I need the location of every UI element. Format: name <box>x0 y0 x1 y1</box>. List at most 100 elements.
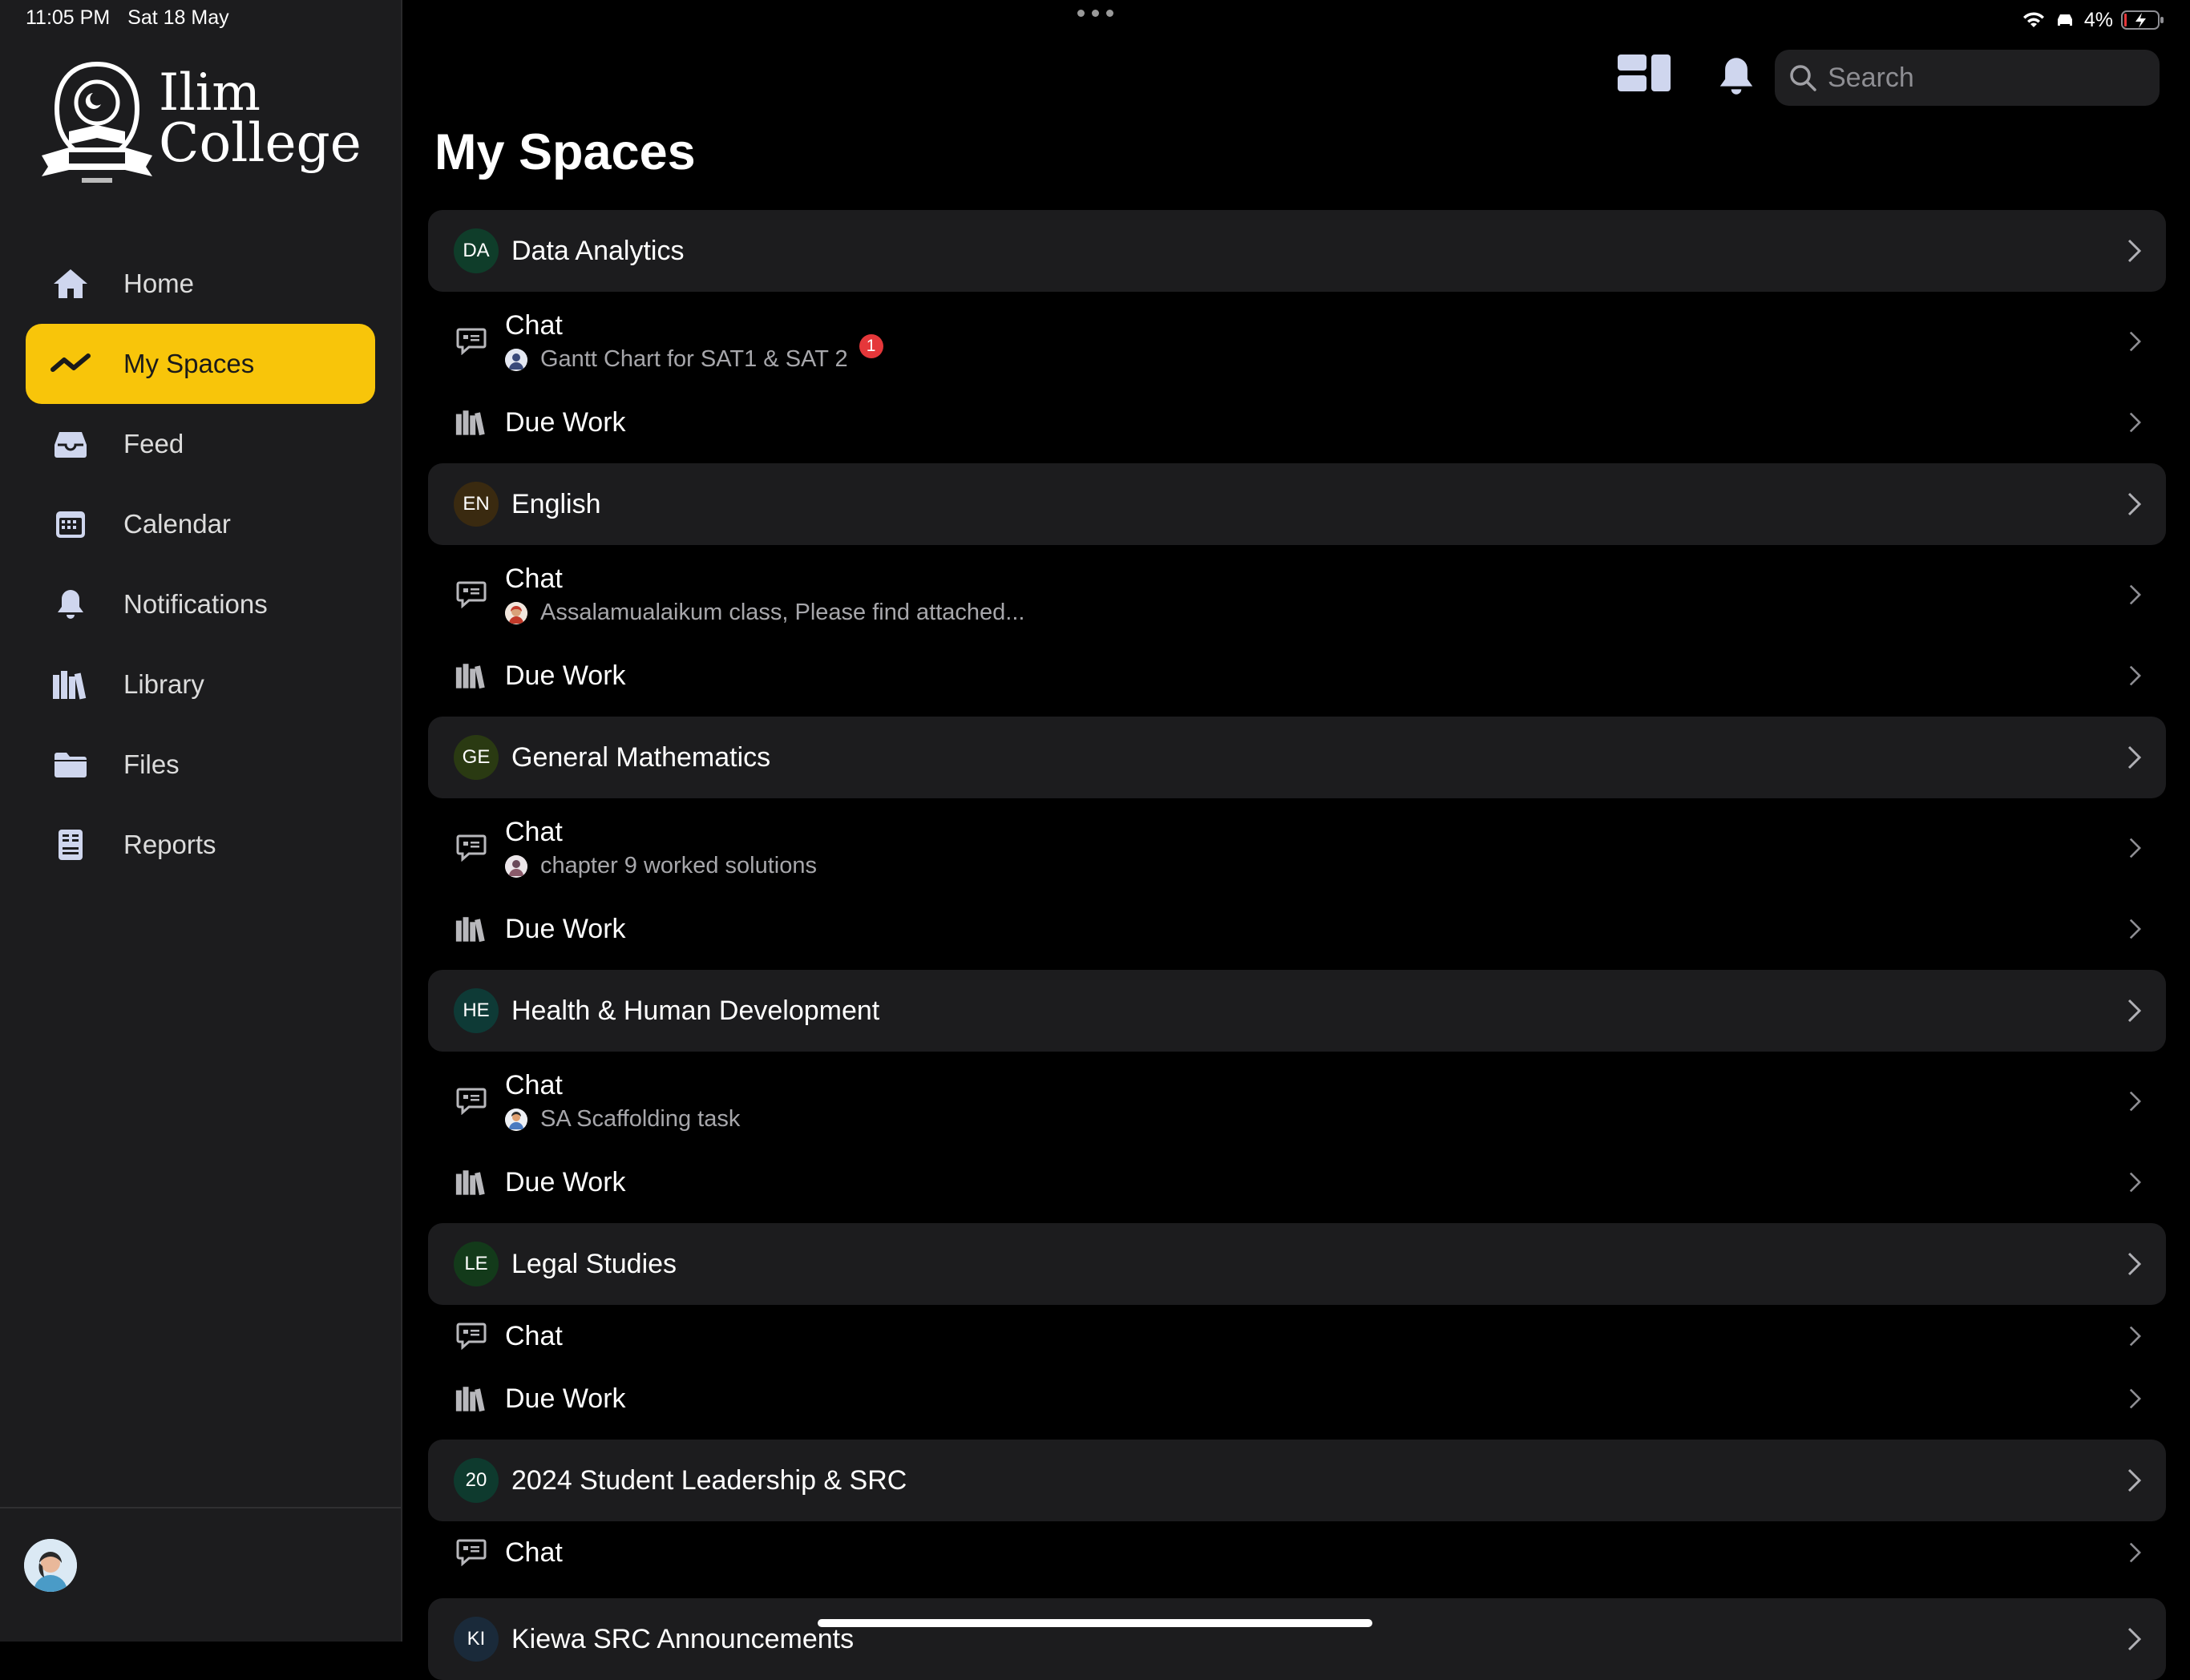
college-logo[interactable]: Ilim College <box>37 61 362 189</box>
space-name: Health & Human Development <box>511 995 880 1026</box>
chat-bubble-icon <box>456 834 487 862</box>
user-avatar[interactable] <box>24 1539 77 1592</box>
sidebar-item-notifications[interactable]: Notifications <box>26 564 375 644</box>
chevron-right-icon <box>2129 1542 2141 1563</box>
space-due-work-row[interactable]: Due Work <box>428 644 2166 707</box>
space-badge: LE <box>454 1242 499 1286</box>
row-title: Chat <box>505 1320 563 1351</box>
sender-avatar <box>505 1108 527 1131</box>
space-chat-row[interactable]: Chat SA Scaffolding task <box>428 1052 2166 1151</box>
college-name-line2: College <box>159 112 362 174</box>
space-chat-row[interactable]: Chat <box>428 1305 2166 1367</box>
sidebar-item-feed[interactable]: Feed <box>26 404 375 484</box>
sidebar-item-label: Files <box>123 749 180 779</box>
chevron-right-icon <box>2129 1326 2141 1347</box>
sidebar-nav: Home My Spaces Feed Calendar Notificatio… <box>26 244 375 885</box>
sidebar-item-home[interactable]: Home <box>26 244 375 324</box>
row-title: Due Work <box>505 913 626 944</box>
multitasking-handle[interactable] <box>1077 10 1113 17</box>
folder-icon <box>55 753 87 777</box>
space-header-health-human-development[interactable]: HE Health & Human Development <box>428 970 2166 1052</box>
space-header-english[interactable]: EN English <box>428 463 2166 545</box>
space-name: General Mathematics <box>511 741 771 773</box>
space-chat-row[interactable]: Chat chapter 9 worked solutions <box>428 798 2166 898</box>
status-time: 11:05 PM <box>26 6 111 29</box>
space-chat-row[interactable]: Chat Assalamualaikum class, Please find … <box>428 545 2166 644</box>
space-name: Legal Studies <box>511 1248 677 1279</box>
notifications-button[interactable] <box>1717 55 1756 102</box>
sidebar-item-my-spaces[interactable]: My Spaces <box>26 324 375 404</box>
home-icon <box>54 269 87 298</box>
chevron-right-icon <box>2127 999 2142 1023</box>
space-badge: EN <box>454 482 499 527</box>
row-title: Due Work <box>505 660 626 691</box>
sidebar-item-files[interactable]: Files <box>26 725 375 805</box>
chevron-right-icon <box>2129 838 2141 858</box>
space-due-work-row[interactable]: Due Work <box>428 1151 2166 1214</box>
chat-preview: chapter 9 worked solutions <box>505 853 817 879</box>
chevron-right-icon <box>2127 1468 2142 1492</box>
chevron-right-icon <box>2129 584 2141 605</box>
unread-badge: 1 <box>859 333 883 358</box>
spaces-list: DA Data Analytics Chat Gantt Chart for S… <box>428 210 2166 1680</box>
status-date: Sat 18 May <box>127 6 229 29</box>
space-header-legal-studies[interactable]: LE Legal Studies <box>428 1223 2166 1305</box>
chat-bubble-icon <box>456 581 487 608</box>
college-name-line1: Ilim <box>159 63 261 123</box>
bell-icon <box>58 590 83 619</box>
row-title: Chat <box>505 1537 563 1568</box>
chevron-right-icon <box>2127 1252 2142 1276</box>
space-due-work-row[interactable]: Due Work <box>428 898 2166 960</box>
sidebar-item-calendar[interactable]: Calendar <box>26 484 375 564</box>
space-badge: HE <box>454 988 499 1033</box>
library-icon <box>455 917 485 943</box>
search-icon <box>1790 65 1816 91</box>
chevron-right-icon <box>2129 412 2141 433</box>
car-icon <box>2057 14 2072 26</box>
chat-preview-text: chapter 9 worked solutions <box>540 853 817 878</box>
wifi-icon <box>2022 12 2044 27</box>
space-badge: KI <box>454 1617 499 1662</box>
status-bar-left: 11:05 PM Sat 18 May <box>26 6 229 34</box>
chevron-right-icon <box>2127 492 2142 516</box>
sidebar-item-label: Calendar <box>123 509 231 539</box>
space-header-student-leadership-src[interactable]: 20 2024 Student Leadership & SRC <box>428 1440 2166 1521</box>
sidebar-item-label: Reports <box>123 830 216 859</box>
chevron-right-icon <box>2127 239 2142 263</box>
sidebar-item-reports[interactable]: Reports <box>26 805 375 885</box>
home-indicator[interactable] <box>818 1619 1372 1627</box>
space-badge: 20 <box>454 1458 499 1503</box>
chevron-right-icon <box>2129 919 2141 939</box>
chat-bubble-icon <box>456 1539 487 1566</box>
library-icon <box>455 410 485 436</box>
row-title: Chat <box>505 563 563 594</box>
space-name: 2024 Student Leadership & SRC <box>511 1464 907 1496</box>
sidebar-item-label: Library <box>123 669 204 699</box>
space-header-data-analytics[interactable]: DA Data Analytics <box>428 210 2166 292</box>
row-title: Chat <box>505 1070 563 1100</box>
chat-preview: SA Scaffolding task <box>505 1106 740 1133</box>
space-due-work-row[interactable]: Due Work <box>428 1367 2166 1430</box>
main-content: My Spaces DA Data Analytics Chat Gantt C… <box>402 0 2190 1680</box>
layout-toggle-button[interactable] <box>1616 53 1672 97</box>
search-box[interactable] <box>1775 50 2160 106</box>
chevron-right-icon <box>2127 745 2142 769</box>
chevron-right-icon <box>2127 1627 2142 1651</box>
chat-bubble-icon <box>456 1088 487 1115</box>
row-title: Chat <box>505 817 563 847</box>
space-name: Data Analytics <box>511 235 685 266</box>
battery-charging-icon <box>2121 10 2164 30</box>
sidebar-item-library[interactable]: Library <box>26 644 375 725</box>
space-header-kiewa-src-announcements[interactable]: KI Kiewa SRC Announcements <box>428 1598 2166 1680</box>
space-header-general-mathematics[interactable]: GE General Mathematics <box>428 717 2166 798</box>
library-icon <box>455 664 485 689</box>
space-due-work-row[interactable]: Due Work <box>428 391 2166 454</box>
space-chat-row[interactable]: Chat Gantt Chart for SAT1 & SAT 2 1 <box>428 292 2166 391</box>
sidebar-item-label: Home <box>123 269 195 298</box>
row-title: Due Work <box>505 406 626 438</box>
chevron-right-icon <box>2129 1091 2141 1112</box>
chevron-right-icon <box>2129 331 2141 352</box>
space-chat-row[interactable]: Chat <box>428 1521 2166 1584</box>
search-input[interactable] <box>1826 61 2134 95</box>
chevron-right-icon <box>2129 1172 2141 1193</box>
